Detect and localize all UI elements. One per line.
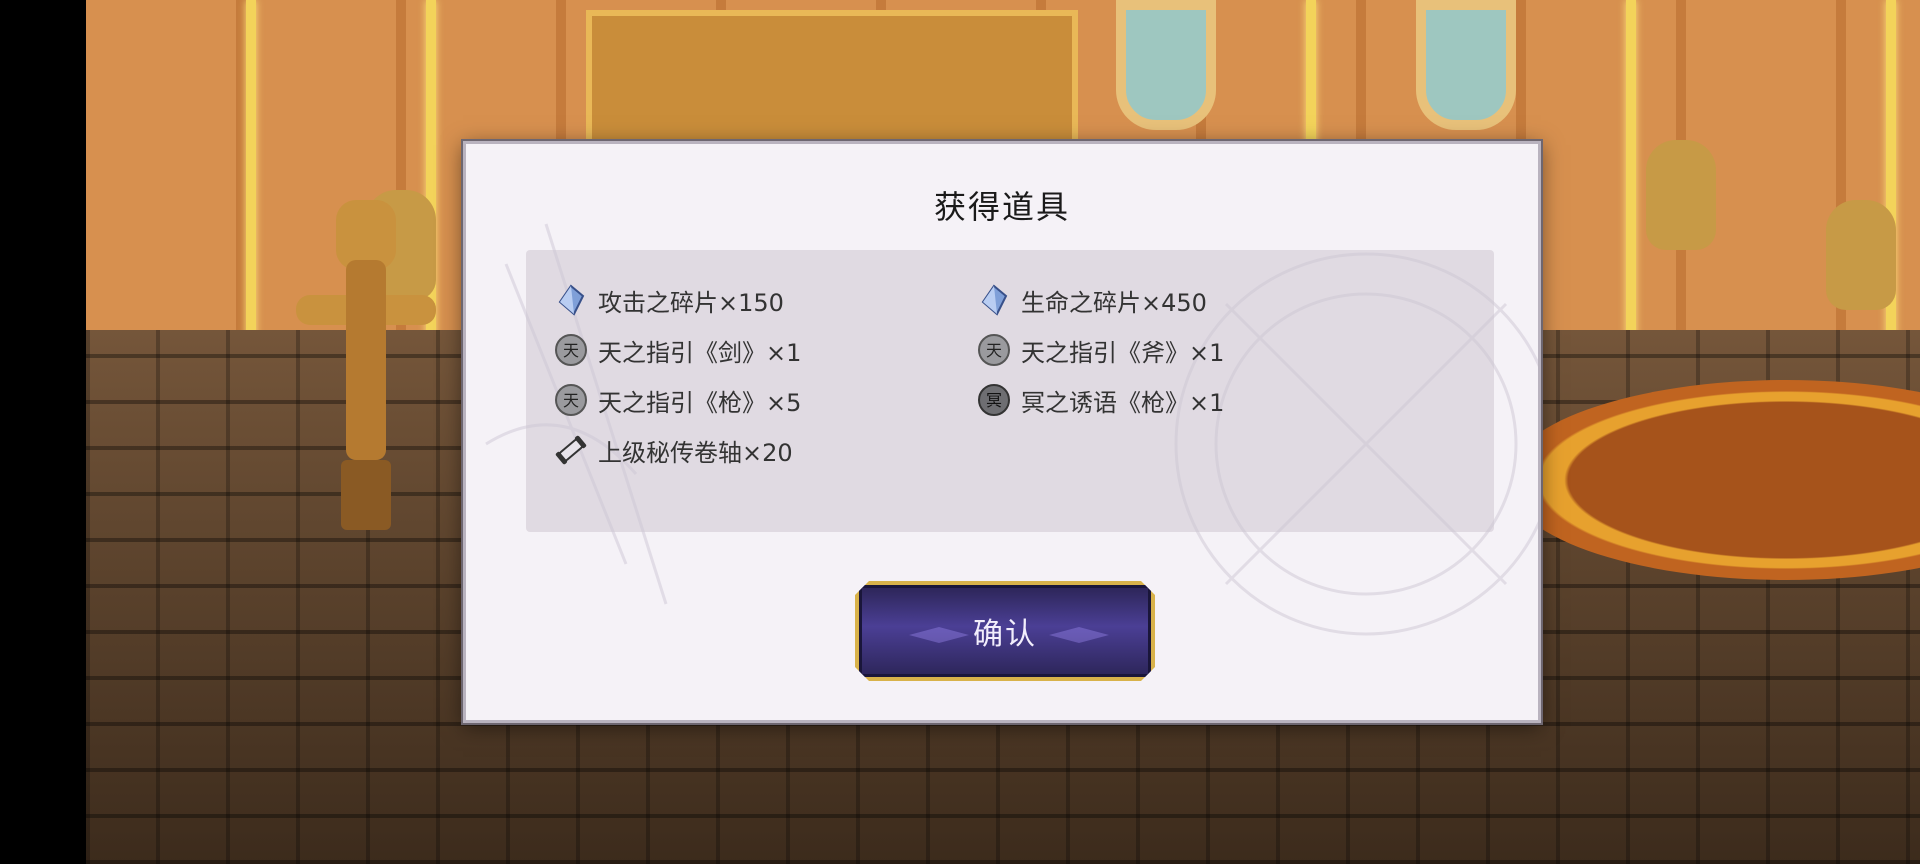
list-item: 天 天之指引《剑》×1 bbox=[554, 330, 801, 370]
svg-text:冥: 冥 bbox=[986, 391, 1002, 410]
list-item: 上级秘传卷轴×20 bbox=[554, 430, 793, 470]
scroll-icon bbox=[554, 433, 588, 467]
item-label: 天之指引《斧》×1 bbox=[1021, 338, 1225, 367]
confirm-button-wrapper: 确认 bbox=[855, 581, 1155, 681]
confirm-button[interactable]: 确认 bbox=[855, 581, 1155, 681]
item-label: 冥之诱语《枪》×1 bbox=[1021, 388, 1225, 417]
item-label: 天之指引《剑》×1 bbox=[598, 338, 802, 367]
heaven-seal-icon: 天 bbox=[977, 333, 1011, 367]
item-label: 生命之碎片×450 bbox=[1021, 288, 1207, 317]
blue-crystal-icon bbox=[977, 283, 1011, 317]
list-item: 天 天之指引《枪》×5 bbox=[554, 380, 801, 420]
item-label: 攻击之碎片×150 bbox=[598, 288, 784, 317]
list-item: 冥 冥之诱语《枪》×1 bbox=[977, 380, 1224, 420]
svg-text:天: 天 bbox=[563, 341, 579, 360]
modal-overlay: 获得道具 攻击之碎片×150 生命之碎片×450 天 天之指引《剑》×1 天 天… bbox=[0, 0, 1920, 864]
blue-crystal-icon bbox=[554, 283, 588, 317]
underworld-seal-icon: 冥 bbox=[977, 383, 1011, 417]
button-ornament bbox=[1049, 627, 1109, 643]
heaven-seal-icon: 天 bbox=[554, 383, 588, 417]
item-label: 天之指引《枪》×5 bbox=[598, 388, 802, 417]
svg-text:天: 天 bbox=[986, 341, 1002, 360]
item-list-panel: 攻击之碎片×150 生命之碎片×450 天 天之指引《剑》×1 天 天之指引《斧… bbox=[526, 250, 1494, 532]
list-item: 攻击之碎片×150 bbox=[554, 280, 784, 320]
dialog-title: 获得道具 bbox=[933, 188, 1070, 226]
svg-text:天: 天 bbox=[563, 391, 579, 410]
item-label: 上级秘传卷轴×20 bbox=[598, 438, 793, 467]
list-item: 生命之碎片×450 bbox=[977, 280, 1207, 320]
heaven-seal-icon: 天 bbox=[554, 333, 588, 367]
list-item: 天 天之指引《斧》×1 bbox=[977, 330, 1224, 370]
item-reward-dialog: 获得道具 攻击之碎片×150 生命之碎片×450 天 天之指引《剑》×1 天 天… bbox=[463, 141, 1541, 723]
confirm-button-label: 确认 bbox=[973, 617, 1037, 652]
button-ornament bbox=[909, 627, 969, 643]
